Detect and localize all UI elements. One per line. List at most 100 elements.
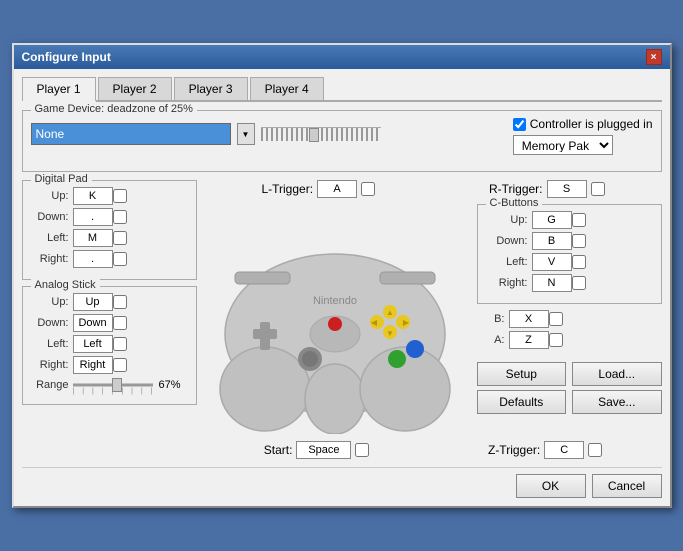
ba-buttons-area: B: A: — [477, 310, 662, 352]
a-button-row: A: — [477, 331, 662, 349]
title-bar: Configure Input × — [14, 45, 670, 69]
center-right-panel: L-Trigger: R-Trigger: — [205, 180, 662, 459]
device-dropdown-input[interactable] — [31, 123, 231, 145]
start-checkbox[interactable] — [355, 443, 369, 457]
dpad-up-checkbox[interactable] — [113, 189, 127, 203]
right-controls: C-Buttons Up: Down: — [477, 204, 662, 437]
dpad-right-label: Right: — [31, 253, 69, 265]
analog-up-input[interactable] — [73, 293, 113, 311]
dpad-right-checkbox[interactable] — [113, 252, 127, 266]
c-left-input[interactable] — [532, 253, 572, 271]
setup-button[interactable]: Setup — [477, 362, 567, 386]
load-button[interactable]: Load... — [572, 362, 662, 386]
analog-left-checkbox[interactable] — [113, 337, 127, 351]
analog-left-input[interactable] — [73, 335, 113, 353]
controller-plugged-label: Controller is plugged in — [530, 117, 653, 131]
game-device-group: ▼ — [31, 117, 505, 145]
digital-pad-label: Digital Pad — [31, 173, 92, 185]
tab-player3[interactable]: Player 3 — [174, 77, 248, 100]
tab-player4[interactable]: Player 4 — [250, 77, 324, 100]
analog-down-checkbox[interactable] — [113, 316, 127, 330]
a-button-checkbox[interactable] — [549, 333, 563, 347]
analog-stick-section: Analog Stick Up: Down: Left: — [22, 286, 197, 405]
dpad-right-input[interactable] — [73, 250, 113, 268]
configure-input-dialog: Configure Input × Player 1 Player 2 Play… — [12, 43, 672, 508]
defaults-button[interactable]: Defaults — [477, 390, 567, 414]
c-down-checkbox[interactable] — [572, 234, 586, 248]
analog-down-input[interactable] — [73, 314, 113, 332]
svg-text:▼: ▼ — [386, 329, 394, 338]
c-up-input[interactable] — [532, 211, 572, 229]
start-ztrigger-row: Start: Z-Trigger: — [205, 441, 662, 459]
r-trigger-checkbox[interactable] — [591, 182, 605, 196]
trigger-row: L-Trigger: R-Trigger: — [205, 180, 662, 198]
c-up-checkbox[interactable] — [572, 213, 586, 227]
cancel-button[interactable]: Cancel — [592, 474, 662, 498]
deadzone-slider[interactable] — [261, 127, 381, 141]
dpad-up-input[interactable] — [73, 187, 113, 205]
analog-right-row: Right: — [31, 356, 188, 374]
c-down-input[interactable] — [532, 232, 572, 250]
dpad-left-input[interactable] — [73, 229, 113, 247]
c-left-row: Left: — [486, 253, 653, 271]
controller-plugged-checkbox[interactable] — [513, 118, 526, 131]
svg-text:Nintendo: Nintendo — [312, 295, 356, 307]
start-input[interactable] — [296, 441, 351, 459]
ok-button[interactable]: OK — [516, 474, 586, 498]
svg-text:▲: ▲ — [386, 308, 394, 317]
controller-plugged-row: Controller is plugged in — [513, 117, 653, 131]
l-trigger-label: L-Trigger: — [261, 182, 313, 196]
dpad-left-row: Left: — [31, 229, 188, 247]
save-button[interactable]: Save... — [572, 390, 662, 414]
l-trigger-input[interactable] — [317, 180, 357, 198]
c-buttons-label: C-Buttons — [486, 197, 543, 209]
analog-down-label: Down: — [31, 317, 69, 329]
start-item: Start: — [264, 441, 370, 459]
c-right-checkbox[interactable] — [572, 276, 586, 290]
analog-right-input[interactable] — [73, 356, 113, 374]
dpad-down-input[interactable] — [73, 208, 113, 226]
controller-plugged-area: Controller is plugged in Memory Pak — [513, 117, 653, 155]
c-up-row: Up: — [486, 211, 653, 229]
game-device-row: ▼ — [31, 123, 505, 145]
analog-right-checkbox[interactable] — [113, 358, 127, 372]
range-slider[interactable]: ||||||||| — [73, 377, 153, 393]
c-buttons-section: C-Buttons Up: Down: — [477, 204, 662, 304]
dialog-title: Configure Input — [22, 50, 111, 64]
b-button-checkbox[interactable] — [549, 312, 563, 326]
c-down-label: Down: — [486, 235, 528, 247]
r-trigger-input[interactable] — [547, 180, 587, 198]
controller-svg: Nintendo ▲ ▶ ◀ — [205, 204, 465, 434]
ztrigger-label: Z-Trigger: — [488, 443, 540, 457]
tab-player2[interactable]: Player 2 — [98, 77, 172, 100]
a-button-input[interactable] — [509, 331, 549, 349]
game-device-label: Game Device: deadzone of 25% — [31, 103, 197, 115]
dpad-left-checkbox[interactable] — [113, 231, 127, 245]
dpad-down-checkbox[interactable] — [113, 210, 127, 224]
memory-pak-select[interactable]: Memory Pak — [513, 135, 613, 155]
c-left-checkbox[interactable] — [572, 255, 586, 269]
memory-pak-row: Memory Pak — [513, 135, 613, 155]
close-button[interactable]: × — [646, 49, 662, 65]
ztrigger-input[interactable] — [544, 441, 584, 459]
two-col-right: Nintendo ▲ ▶ ◀ — [205, 204, 662, 437]
c-right-input[interactable] — [532, 274, 572, 292]
action-row-1: Setup Load... — [477, 362, 662, 386]
b-button-input[interactable] — [509, 310, 549, 328]
range-row: Range ||||||||| 67% — [31, 377, 188, 393]
l-trigger-checkbox[interactable] — [361, 182, 375, 196]
action-row-2: Defaults Save... — [477, 390, 662, 414]
analog-up-label: Up: — [31, 296, 69, 308]
dpad-right-row: Right: — [31, 250, 188, 268]
start-label: Start: — [264, 443, 293, 457]
deadzone-thumb — [309, 128, 319, 142]
dpad-down-label: Down: — [31, 211, 69, 223]
top-section: ▼ Controller is plugged in Memory Pak — [31, 117, 653, 155]
ztrigger-checkbox[interactable] — [588, 443, 602, 457]
controller-image-area: Nintendo ▲ ▶ ◀ — [205, 204, 465, 437]
tab-player1[interactable]: Player 1 — [22, 77, 96, 102]
r-trigger-label: R-Trigger: — [489, 182, 543, 196]
device-dropdown-btn[interactable]: ▼ — [237, 123, 255, 145]
svg-text:◀: ◀ — [370, 318, 377, 327]
analog-up-checkbox[interactable] — [113, 295, 127, 309]
